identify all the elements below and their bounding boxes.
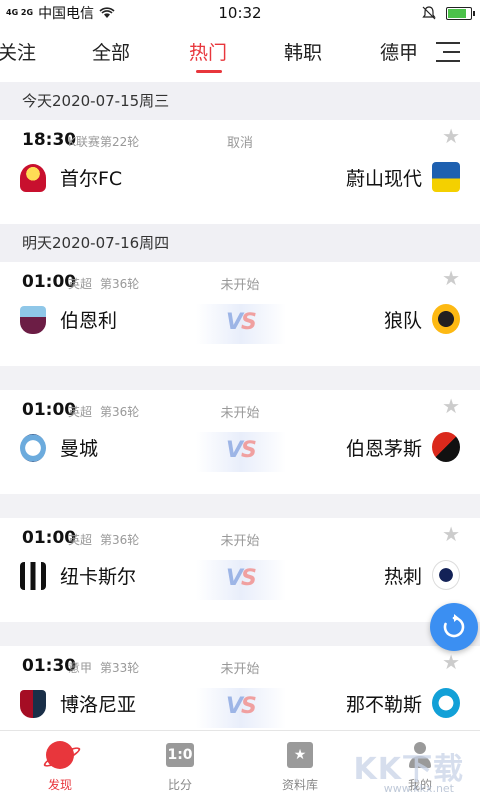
home-team: 曼城 xyxy=(60,438,99,460)
man-city-crest-icon xyxy=(20,434,46,462)
date-header: 明天2020-07-16周四 xyxy=(0,224,480,262)
nav-score[interactable]: 1:0 比分 xyxy=(120,731,240,800)
favorite-star-icon[interactable]: ★ xyxy=(442,394,460,418)
discover-icon xyxy=(46,741,74,769)
watermark-url: www.kkx.net xyxy=(383,782,454,795)
active-tab-indicator xyxy=(196,70,222,73)
vs-icon: VS xyxy=(226,438,257,463)
wolves-crest-icon xyxy=(432,304,460,334)
vs-icon: VS xyxy=(226,566,257,591)
away-team: 伯恩茅斯 xyxy=(345,438,422,460)
home-team: 博洛尼亚 xyxy=(60,694,137,716)
vs-icon: VS xyxy=(226,310,257,335)
napoli-crest-icon xyxy=(432,688,460,718)
library-icon: ★ xyxy=(287,742,313,768)
watermark: KK下载 www.kkx.net xyxy=(334,738,474,798)
match-card[interactable]: 18:30 K联赛 第22轮 取消 ★ 首尔FC 蔚山现代 xyxy=(0,120,480,224)
menu-icon[interactable] xyxy=(436,42,460,62)
match-status: 未开始 xyxy=(220,662,260,677)
battery-icon xyxy=(446,6,475,20)
favorite-star-icon[interactable]: ★ xyxy=(442,650,460,674)
vs-icon: VS xyxy=(226,694,257,719)
date-header: 今天2020-07-15周三 xyxy=(0,82,480,120)
score-icon: 1:0 xyxy=(166,743,194,767)
bournemouth-crest-icon xyxy=(432,432,460,462)
home-team: 纽卡斯尔 xyxy=(60,566,137,588)
home-team: 伯恩利 xyxy=(60,310,118,332)
clock: 10:32 xyxy=(218,4,262,22)
favorite-star-icon[interactable]: ★ xyxy=(442,124,460,148)
fc-seoul-crest-icon xyxy=(20,164,46,192)
tab-following[interactable]: 关注 xyxy=(0,38,36,65)
league-tabs: 关注 全部 热门 韩职 德甲 xyxy=(0,26,480,82)
match-status: 未开始 xyxy=(220,534,260,549)
match-status: 未开始 xyxy=(220,278,260,293)
refresh-button[interactable] xyxy=(430,603,478,651)
match-card[interactable]: 01:00 英超 第36轮 未开始 ★ VS 伯恩利 狼队 xyxy=(0,262,480,366)
match-status: 取消 xyxy=(226,136,253,151)
away-team: 那不勒斯 xyxy=(345,694,422,716)
match-card[interactable]: 01:00 英超 第36轮 未开始 ★ VS 曼城 伯恩茅斯 xyxy=(0,390,480,494)
home-team: 首尔FC xyxy=(60,168,123,190)
nav-label: 资料库 xyxy=(281,778,318,792)
tab-bundesliga[interactable]: 德甲 xyxy=(380,38,418,65)
status-bar: 4G 2G 中国电信 10:32 xyxy=(0,0,480,26)
tab-k-league[interactable]: 韩职 xyxy=(284,38,322,65)
match-card[interactable]: 01:30 意甲 第33轮 未开始 ★ VS 博洛尼亚 那不勒斯 xyxy=(0,646,480,730)
tottenham-crest-icon xyxy=(432,560,460,590)
refresh-icon xyxy=(443,614,465,638)
away-team: 热刺 xyxy=(383,566,422,588)
favorite-star-icon[interactable]: ★ xyxy=(442,522,460,546)
nav-label: 发现 xyxy=(47,778,72,792)
nav-discover[interactable]: 发现 xyxy=(0,731,120,800)
away-team: 狼队 xyxy=(383,310,422,332)
bologna-crest-icon xyxy=(20,690,46,718)
burnley-crest-icon xyxy=(20,306,46,334)
tab-hot[interactable]: 热门 xyxy=(189,38,227,65)
nav-label: 比分 xyxy=(167,778,192,792)
away-team: 蔚山现代 xyxy=(345,168,422,190)
match-status: 未开始 xyxy=(220,406,260,421)
ulsan-hyundai-crest-icon xyxy=(432,162,460,192)
bell-muted-icon xyxy=(422,6,436,20)
match-list[interactable]: 今天2020-07-15周三 18:30 K联赛 第22轮 取消 ★ 首尔FC … xyxy=(0,82,480,730)
favorite-star-icon[interactable]: ★ xyxy=(442,266,460,290)
match-card[interactable]: 01:00 英超 第36轮 未开始 ★ VS 纽卡斯尔 热刺 xyxy=(0,518,480,622)
tab-all[interactable]: 全部 xyxy=(92,38,130,65)
newcastle-crest-icon xyxy=(20,562,46,590)
